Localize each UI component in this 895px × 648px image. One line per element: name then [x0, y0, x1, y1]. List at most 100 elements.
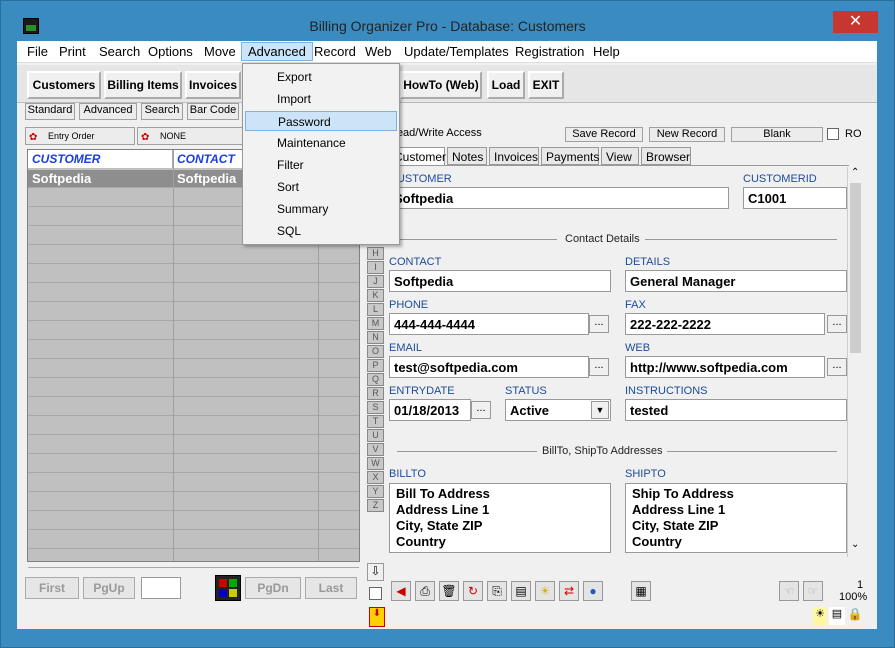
fax-lookup-button[interactable]: ... — [827, 315, 847, 333]
web-lookup-button[interactable]: ... — [827, 358, 847, 376]
tab-notes[interactable]: Notes — [447, 147, 487, 165]
customers-button[interactable]: Customers — [27, 71, 101, 99]
scroll-thumb[interactable] — [850, 183, 861, 353]
web-field[interactable]: http://www.softpedia.com — [625, 356, 825, 378]
alpha-index-u[interactable]: U — [367, 429, 384, 442]
tab-invoices[interactable]: Invoices — [489, 147, 539, 165]
menu-item-summary[interactable]: Summary — [245, 199, 397, 219]
alpha-index-s[interactable]: S — [367, 401, 384, 414]
table-row[interactable] — [28, 436, 359, 454]
sort-none-button[interactable]: ✿ NONE — [137, 127, 247, 145]
paste-record-icon[interactable]: ▤ — [511, 581, 531, 601]
exit-button[interactable]: EXIT — [528, 71, 564, 99]
menu-options[interactable]: Options — [148, 44, 193, 59]
table-row[interactable] — [28, 398, 359, 416]
calculator-icon[interactable]: ▦ — [631, 581, 651, 601]
billing-items-button[interactable]: Billing Items — [104, 71, 182, 99]
alpha-index-q[interactable]: Q — [367, 373, 384, 386]
table-row[interactable] — [28, 284, 359, 302]
blank-button[interactable]: Blank — [731, 127, 823, 142]
alpha-index-l[interactable]: L — [367, 303, 384, 316]
shipto-field[interactable]: Ship To Address Address Line 1 City, Sta… — [625, 483, 847, 553]
table-row[interactable] — [28, 512, 359, 530]
chevron-down-icon[interactable]: ▼ — [591, 401, 609, 419]
menu-search[interactable]: Search — [99, 44, 140, 59]
table-row[interactable] — [28, 493, 359, 511]
pgup-button[interactable]: PgUp — [83, 577, 135, 599]
prev-icon[interactable]: ☜ — [779, 581, 799, 601]
tab-standard[interactable]: Standard — [25, 103, 75, 120]
scroll-up-icon[interactable]: ⌃ — [851, 167, 859, 178]
alpha-index-t[interactable]: T — [367, 415, 384, 428]
alpha-index-y[interactable]: Y — [367, 485, 384, 498]
save-record-button[interactable]: Save Record — [565, 127, 643, 142]
arrow-down-icon[interactable]: ⇩ — [367, 563, 384, 581]
tab-search[interactable]: Search — [141, 103, 183, 120]
column-header-customer[interactable]: CUSTOMER — [28, 150, 173, 168]
menu-print[interactable]: Print — [59, 44, 86, 59]
table-row[interactable] — [28, 379, 359, 397]
menu-web[interactable]: Web — [365, 44, 392, 59]
instructions-field[interactable]: tested — [625, 399, 847, 421]
lightbulb-icon[interactable]: ☀ — [535, 581, 555, 601]
billto-field[interactable]: Bill To Address Address Line 1 City, Sta… — [389, 483, 611, 553]
alpha-index-m[interactable]: M — [367, 317, 384, 330]
load-button[interactable]: Load — [487, 71, 525, 99]
menu-item-filter[interactable]: Filter — [245, 155, 397, 175]
print-icon[interactable]: ⎙ — [415, 581, 435, 601]
customer-field[interactable]: Softpedia — [389, 187, 729, 209]
copy-record-icon[interactable]: ⎘ — [487, 581, 507, 601]
contact-field[interactable]: Softpedia — [389, 270, 611, 292]
next-icon[interactable]: ☞ — [803, 581, 823, 601]
date-picker-button[interactable]: ... — [471, 401, 491, 419]
table-row[interactable] — [28, 531, 359, 549]
menu-item-import[interactable]: Import — [245, 89, 397, 109]
pgdn-button[interactable]: PgDn — [245, 577, 301, 599]
email-field[interactable]: test@softpedia.com — [389, 356, 589, 378]
color-grid-icon[interactable] — [215, 575, 241, 601]
table-row[interactable] — [28, 474, 359, 492]
table-row[interactable] — [28, 303, 359, 321]
back-arrow-icon[interactable]: ◀ — [391, 581, 411, 601]
delete-icon[interactable]: 🗑 — [439, 581, 459, 601]
table-row[interactable] — [28, 246, 359, 264]
alpha-index-z[interactable]: Z — [367, 499, 384, 512]
email-lookup-button[interactable]: ... — [589, 358, 609, 376]
alpha-index-i[interactable]: I — [367, 261, 384, 274]
menu-file[interactable]: File — [27, 44, 48, 59]
menu-move[interactable]: Move — [204, 44, 236, 59]
menu-item-export[interactable]: Export — [245, 67, 397, 87]
alpha-index-r[interactable]: R — [367, 387, 384, 400]
alpha-index-x[interactable]: X — [367, 471, 384, 484]
last-button[interactable]: Last — [305, 577, 357, 599]
record-number-input[interactable] — [141, 577, 181, 599]
phone-lookup-button[interactable]: ... — [589, 315, 609, 333]
table-row[interactable] — [28, 455, 359, 473]
alpha-index-j[interactable]: J — [367, 275, 384, 288]
entry-order-button[interactable]: ✿ Entry Order — [25, 127, 135, 145]
tab-bar-code[interactable]: Bar Code — [187, 103, 239, 120]
menu-advanced[interactable]: Advanced — [241, 42, 313, 61]
first-button[interactable]: First — [25, 577, 79, 599]
globe-icon[interactable]: ● — [583, 581, 603, 601]
tab-view[interactable]: View — [601, 147, 639, 165]
read-only-checkbox[interactable] — [827, 128, 839, 140]
tab-advanced[interactable]: Advanced — [79, 103, 137, 120]
tab-browser[interactable]: Browser — [641, 147, 691, 165]
scroll-down-icon[interactable]: ⌄ — [851, 539, 859, 550]
table-row[interactable] — [28, 550, 359, 568]
alpha-index-w[interactable]: W — [367, 457, 384, 470]
alpha-index-h[interactable]: H — [367, 247, 384, 260]
table-row[interactable] — [28, 341, 359, 359]
alpha-index-n[interactable]: N — [367, 331, 384, 344]
menu-record[interactable]: Record — [314, 44, 356, 59]
close-button[interactable]: ✕ — [833, 11, 878, 33]
alpha-index-k[interactable]: K — [367, 289, 384, 302]
menu-help[interactable]: Help — [593, 44, 620, 59]
entrydate-field[interactable]: 01/18/2013 — [389, 399, 471, 421]
checkbox[interactable] — [369, 587, 382, 600]
menu-item-maintenance[interactable]: Maintenance — [245, 133, 397, 153]
new-record-button[interactable]: New Record — [649, 127, 725, 142]
menu-registration[interactable]: Registration — [515, 44, 584, 59]
table-row[interactable] — [28, 417, 359, 435]
